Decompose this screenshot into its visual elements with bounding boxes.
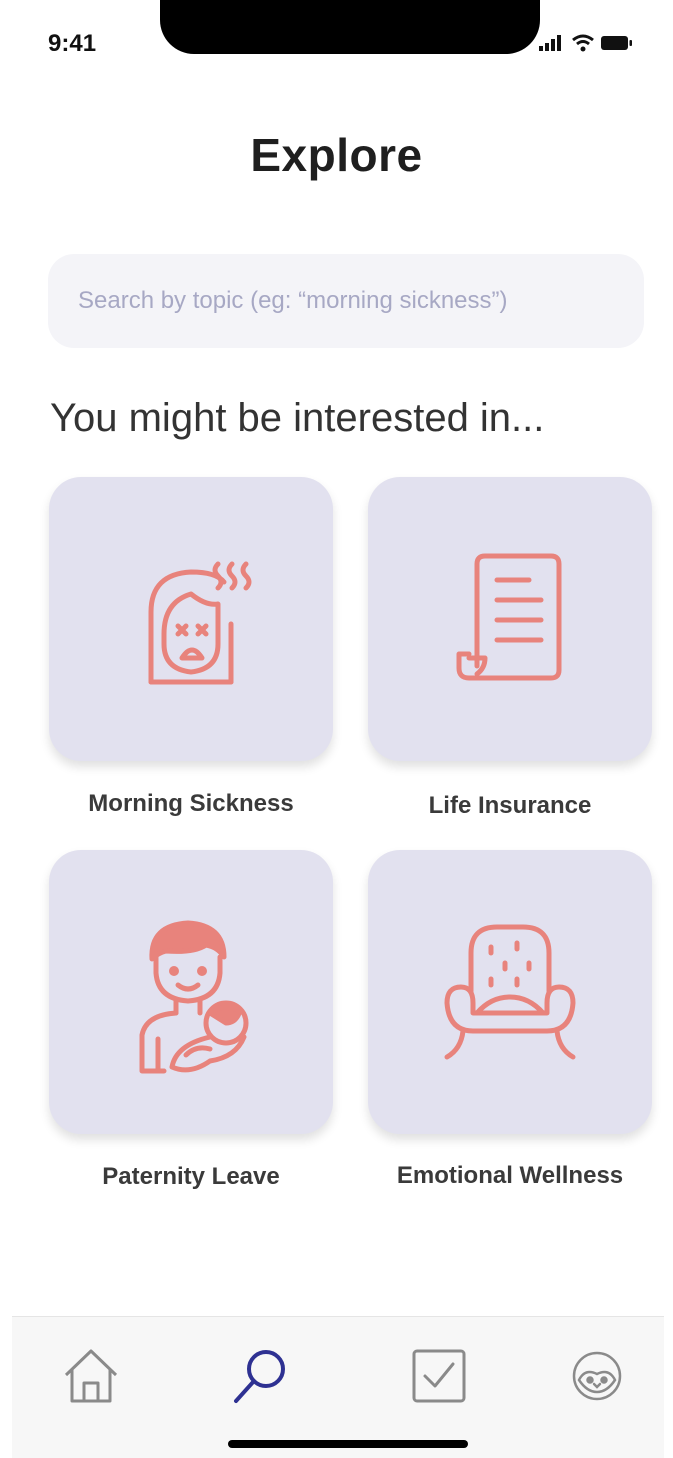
checkbox-icon [412, 1349, 466, 1403]
status-icons [539, 34, 633, 52]
home-icon [64, 1349, 118, 1403]
topic-label-life-insurance: Life Insurance [428, 792, 592, 819]
tab-tasks[interactable] [408, 1345, 470, 1407]
home-indicator [228, 1440, 468, 1448]
tab-home[interactable] [60, 1345, 122, 1407]
topic-label-paternity-leave: Paternity Leave [102, 1163, 280, 1190]
signal-icon [539, 35, 561, 51]
battery-icon [601, 36, 632, 50]
topic-card-life-insurance[interactable] [368, 477, 652, 761]
father-with-baby-icon [139, 920, 249, 1074]
armchair-icon [444, 924, 576, 1060]
page-title: Explore [250, 129, 423, 181]
topic-card-emotional-wellness[interactable] [368, 850, 652, 1134]
wifi-icon [572, 34, 594, 52]
section-heading: You might be interested in... [50, 396, 545, 440]
tab-explore[interactable] [230, 1345, 292, 1407]
search-input[interactable] [48, 254, 644, 348]
device-notch [160, 0, 540, 54]
topic-label-morning-sickness: Morning Sickness [88, 790, 294, 817]
sick-face-icon [148, 561, 252, 685]
topic-label-emotional-wellness: Emotional Wellness [396, 1162, 624, 1189]
status-time: 9:41 [48, 30, 97, 57]
topic-card-morning-sickness[interactable] [49, 477, 333, 761]
tab-profile[interactable] [566, 1345, 628, 1407]
penguin-face-icon [572, 1351, 622, 1401]
search-icon [234, 1350, 285, 1403]
bottom-tab-bar [12, 1316, 664, 1458]
explore-screen: 9:41 Explore You might be interested in.… [0, 0, 673, 1458]
document-scroll-icon [456, 553, 562, 681]
topic-card-paternity-leave[interactable] [49, 850, 333, 1134]
